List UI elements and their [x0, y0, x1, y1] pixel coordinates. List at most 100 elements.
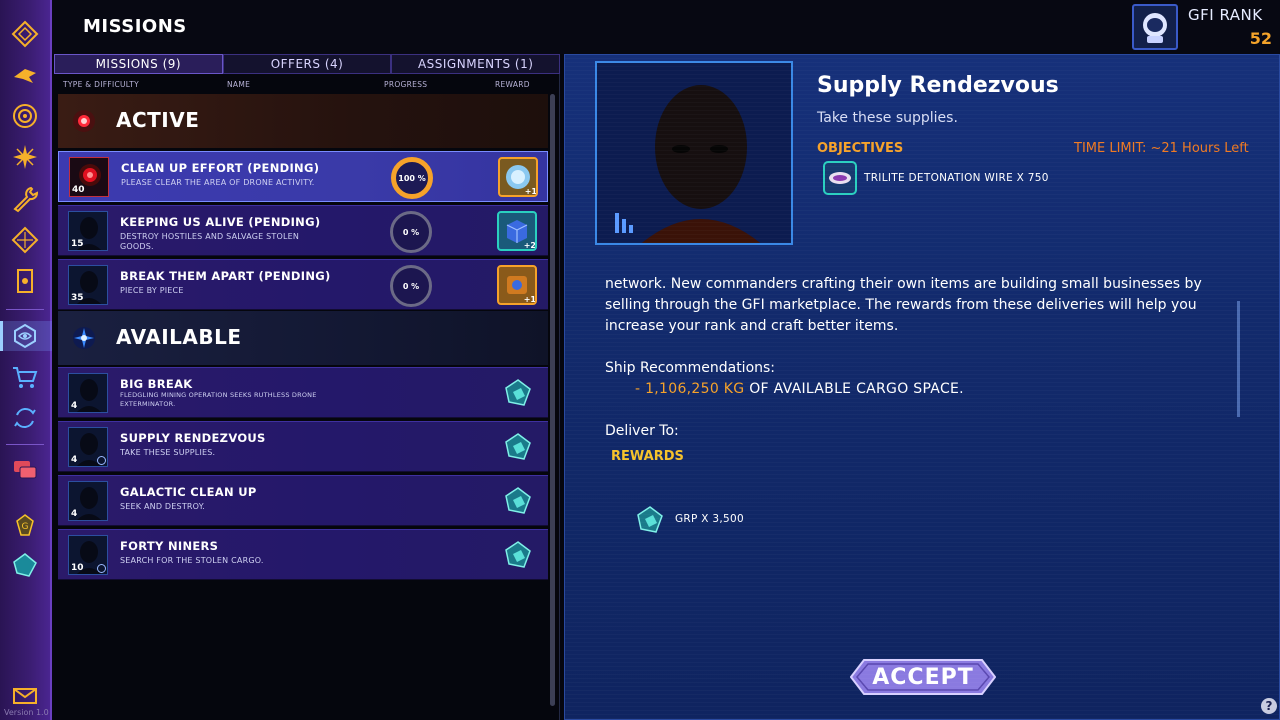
rank-avatar-icon[interactable] [1132, 4, 1178, 50]
mission-detail-panel: Supply Rendezvous Take these supplies. O… [564, 54, 1280, 720]
mission-pilot-avatar: 4 [68, 481, 108, 521]
help-icon[interactable]: ? [1261, 698, 1277, 714]
mission-desc: SEARCH FOR THE STOLEN CARGO. [120, 556, 264, 565]
top-header: MISSIONS GFI RANK 52 [52, 0, 1280, 54]
section-available-title: AVAILABLE [116, 325, 242, 349]
mission-desc: SEEK AND DESTROY. [120, 502, 205, 511]
reward-item-text: GRP X 3,500 [675, 513, 744, 525]
mission-pilot-avatar: 35 [68, 265, 108, 305]
grp-gem-icon [505, 541, 531, 568]
detonation-wire-icon [823, 161, 857, 195]
deliver-to-label: Deliver To: [605, 423, 679, 439]
col-reward: REWARD [495, 80, 530, 89]
rewards-label: REWARDS [611, 449, 684, 464]
grp-reward-icon [637, 506, 663, 533]
mission-name: BIG BREAK [120, 377, 193, 391]
sidebar-divider [6, 309, 44, 310]
progress-ring: 100 % [391, 157, 433, 199]
mission-row[interactable]: 4 SUPPLY RENDEZVOUS TAKE THESE SUPPLIES. [58, 421, 548, 472]
sidebar-diamond-icon[interactable] [8, 17, 42, 51]
mission-name: GALACTIC CLEAN UP [120, 485, 257, 499]
accept-button-label: ACCEPT [872, 664, 974, 690]
mission-detail-subtitle: Take these supplies. [817, 110, 958, 126]
mission-description: network. New commanders crafting their o… [605, 276, 1202, 334]
tab-assignments[interactable]: ASSIGNMENTS (1) [391, 54, 561, 74]
mission-type-icon: 40 [69, 157, 109, 197]
mission-desc: PLEASE CLEAR THE AREA OF DRONE ACTIVITY. [121, 178, 315, 187]
sidebar-exchange-icon[interactable] [8, 401, 42, 435]
mission-desc: DESTROY HOSTILES AND SALVAGE STOLEN GOOD… [120, 232, 300, 251]
mission-desc: TAKE THESE SUPPLIES. [120, 448, 216, 457]
mission-desc: FLEDGLING MINING OPERATION SEEKS RUTHLES… [120, 391, 317, 408]
main-sidebar: G Version 1.0 [0, 0, 52, 720]
mission-row[interactable]: 40 CLEAN UP EFFORT (PENDING) PLEASE CLEA… [58, 151, 548, 202]
mission-detail-title: Supply Rendezvous [817, 73, 1059, 98]
svg-text:G: G [22, 522, 29, 532]
sidebar-divider-2 [6, 444, 44, 445]
tab-missions[interactable]: MISSIONS (9) [54, 54, 223, 74]
grp-gem-icon [505, 433, 531, 460]
rank-value: 52 [1249, 29, 1272, 48]
sidebar-grp-gem-icon[interactable] [8, 548, 42, 582]
mission-row[interactable]: 10 FORTY NINERS SEARCH FOR THE STOLEN CA… [58, 529, 548, 580]
available-star-icon [73, 327, 95, 349]
progress-ring: 0 % [390, 211, 432, 253]
col-name: NAME [227, 80, 251, 89]
section-active: ACTIVE [58, 94, 548, 148]
col-progress: PROGRESS [384, 80, 428, 89]
sidebar-card-icon[interactable] [8, 264, 42, 298]
sidebar-missions-icon[interactable] [8, 319, 42, 353]
mission-pilot-avatar: 10 [68, 535, 108, 575]
mission-row[interactable]: 4 BIG BREAK FLEDGLING MINING OPERATION S… [58, 367, 548, 418]
timed-clock-icon [97, 456, 106, 465]
grp-gem-icon [505, 379, 531, 406]
mission-tabs: MISSIONS (9) OFFERS (4) ASSIGNMENTS (1) [54, 54, 561, 74]
ship-recommendations-label: Ship Recommendations: [605, 360, 776, 376]
sidebar-burst-icon[interactable] [8, 140, 42, 174]
accept-button[interactable]: ACCEPT [849, 659, 997, 695]
section-active-title: ACTIVE [116, 108, 200, 132]
timed-clock-icon [97, 564, 106, 573]
tab-offers[interactable]: OFFERS (4) [222, 54, 392, 74]
reward-crate-icon: +2 [497, 211, 537, 251]
mission-name: SUPPLY RENDEZVOUS [120, 431, 266, 445]
objectives-label: OBJECTIVES [817, 141, 904, 156]
reward-orb-icon: +1 [498, 157, 538, 197]
objective-item-text: TRILITE DETONATION WIRE X 750 [864, 172, 1049, 184]
sidebar-mail-icon[interactable] [8, 678, 42, 712]
missions-screen: G Version 1.0 MISSIONS GFI RANK 52 MISSI… [0, 0, 1280, 720]
detail-scrollbar[interactable] [1237, 301, 1240, 417]
mission-row[interactable]: 35 BREAK THEM APART (PENDING) PIECE BY P… [58, 259, 548, 310]
mission-pilot-avatar: 15 [68, 211, 108, 251]
mission-list-panel: MISSIONS (9) OFFERS (4) ASSIGNMENTS (1) … [54, 54, 561, 720]
mission-pilot-avatar: 4 [68, 373, 108, 413]
mission-name: KEEPING US ALIVE (PENDING) [120, 215, 321, 229]
sidebar-chat-icon[interactable] [8, 453, 42, 487]
sidebar-token-icon[interactable]: G [8, 508, 42, 542]
mission-row[interactable]: 4 GALACTIC CLEAN UP SEEK AND DESTROY. [58, 475, 548, 526]
sidebar-cart-icon[interactable] [8, 360, 42, 394]
sidebar-crystal-icon[interactable] [8, 223, 42, 257]
column-headers: TYPE & DIFFICULTY NAME PROGRESS REWARD [54, 78, 560, 92]
sidebar-ship-icon[interactable] [8, 58, 42, 92]
rank-label: GFI RANK [1188, 6, 1263, 24]
mission-list-scrollbar[interactable] [550, 94, 555, 706]
version-label: Version 1.0 [4, 708, 49, 717]
time-limit: TIME LIMIT: ~21 Hours Left [1074, 141, 1249, 156]
mission-row[interactable]: 15 KEEPING US ALIVE (PENDING) DESTROY HO… [58, 205, 548, 256]
sidebar-target-icon[interactable] [8, 99, 42, 133]
col-type: TYPE & DIFFICULTY [63, 80, 140, 89]
mission-name: BREAK THEM APART (PENDING) [120, 269, 331, 283]
sidebar-wrench-icon[interactable] [8, 182, 42, 216]
active-dot-icon [73, 110, 95, 132]
mission-name: CLEAN UP EFFORT (PENDING) [121, 161, 320, 175]
mission-giver-portrait [595, 61, 793, 245]
mission-pilot-avatar: 4 [68, 427, 108, 467]
progress-ring: 0 % [390, 265, 432, 307]
cargo-recommendation: - 1,106,250 KG OF AVAILABLE CARGO SPACE. [635, 381, 964, 397]
grp-gem-icon [505, 487, 531, 514]
mission-name: FORTY NINERS [120, 539, 219, 553]
mission-desc: PIECE BY PIECE [120, 286, 184, 295]
reward-component-icon: +1 [497, 265, 537, 305]
page-title: MISSIONS [83, 16, 187, 37]
